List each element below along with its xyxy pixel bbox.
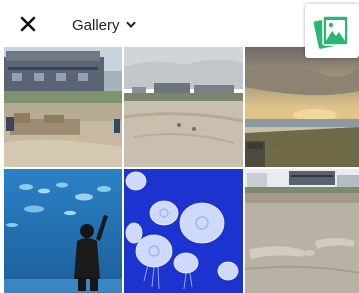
photo-beach-houses-cloudy	[124, 47, 243, 167]
photo-tile[interactable]	[245, 47, 359, 167]
photo-jellyfish	[124, 169, 243, 293]
gallery-app-button[interactable]	[305, 4, 359, 58]
photo-sand-sculpture	[245, 169, 359, 293]
photo-beach-house-sandcastle	[4, 47, 122, 167]
photo-tile[interactable]	[4, 169, 122, 293]
close-icon	[20, 16, 36, 32]
album-dropdown[interactable]: Gallery	[72, 15, 136, 35]
photo-grid	[0, 47, 359, 293]
photo-tile[interactable]	[245, 169, 359, 293]
photo-tile[interactable]	[124, 169, 243, 293]
chevron-down-icon	[126, 21, 136, 28]
gallery-app-icon	[313, 15, 349, 49]
album-label: Gallery	[72, 16, 120, 34]
photo-aquarium-child	[4, 169, 122, 293]
photo-tile[interactable]	[4, 47, 122, 167]
close-button[interactable]	[18, 14, 38, 34]
photo-beach-sunset	[245, 47, 359, 167]
photo-tile[interactable]	[124, 47, 243, 167]
